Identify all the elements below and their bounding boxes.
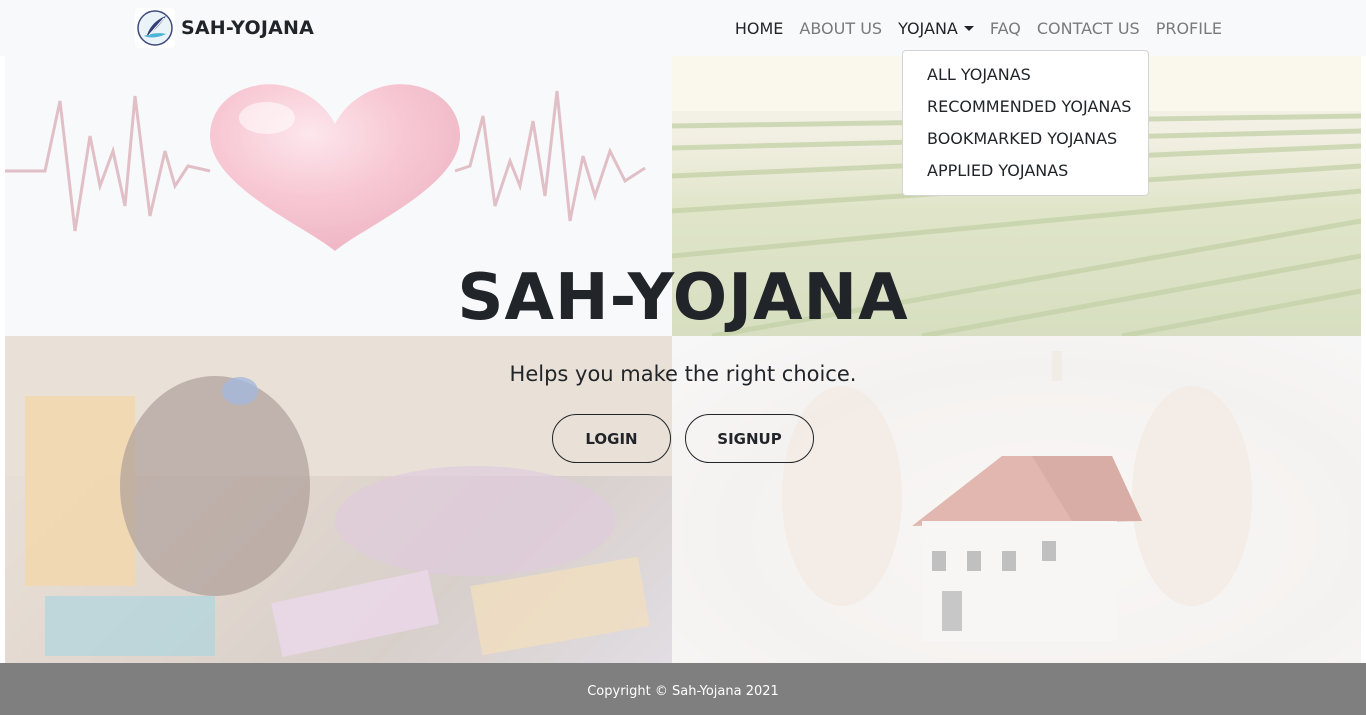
caret-down-icon	[963, 25, 974, 31]
hero-title: SAH-YOJANA	[457, 261, 909, 335]
hero-subtitle: Helps you make the right choice.	[509, 362, 857, 386]
signup-button[interactable]: SIGNUP	[685, 414, 814, 463]
brand-link[interactable]: SAH-YOJANA	[135, 8, 314, 48]
login-button[interactable]: LOGIN	[552, 414, 671, 463]
yojana-dropdown-menu: ALL YOJANAS RECOMMENDED YOJANAS BOOKMARK…	[902, 50, 1149, 196]
nav-yojana-dropdown-toggle[interactable]: YOJANA	[890, 19, 982, 38]
nav-home[interactable]: HOME	[727, 19, 792, 38]
nav-profile-label: PROFILE	[1155, 18, 1222, 38]
dropdown-item-all-yojanas[interactable]: ALL YOJANAS	[903, 59, 1148, 91]
nav-faq[interactable]: FAQ	[982, 19, 1029, 38]
nav-contact-us[interactable]: CONTACT US	[1029, 19, 1148, 38]
nav-about-us-label: ABOUT US	[799, 18, 883, 38]
navbar: SAH-YOJANA HOME ABOUT US YOJANA FAQ CONT…	[0, 0, 1366, 56]
footer: Copyright © Sah-Yojana 2021	[0, 663, 1366, 715]
hero-content: SAH-YOJANA Helps you make the right choi…	[0, 56, 1366, 663]
nav-contact-us-label: CONTACT US	[1036, 18, 1140, 38]
dropdown-item-applied-yojanas[interactable]: APPLIED YOJANAS	[903, 155, 1148, 187]
footer-copyright: Copyright © Sah-Yojana 2021	[587, 684, 779, 699]
dropdown-item-recommended-yojanas[interactable]: RECOMMENDED YOJANAS	[903, 91, 1148, 123]
nav-faq-label: FAQ	[989, 18, 1021, 38]
nav-profile[interactable]: PROFILE	[1148, 19, 1230, 38]
dropdown-item-bookmarked-yojanas[interactable]: BOOKMARKED YOJANAS	[903, 123, 1148, 155]
hero-section: SAH-YOJANA Helps you make the right choi…	[0, 56, 1366, 663]
feather-quill-logo-icon	[135, 8, 175, 48]
nav-home-label: HOME	[734, 18, 784, 38]
brand-name: SAH-YOJANA	[181, 17, 314, 39]
nav-links: HOME ABOUT US YOJANA FAQ CONTACT US PROF…	[727, 0, 1230, 56]
nav-yojana-label: YOJANA	[898, 18, 958, 38]
nav-about-us[interactable]: ABOUT US	[791, 19, 890, 38]
